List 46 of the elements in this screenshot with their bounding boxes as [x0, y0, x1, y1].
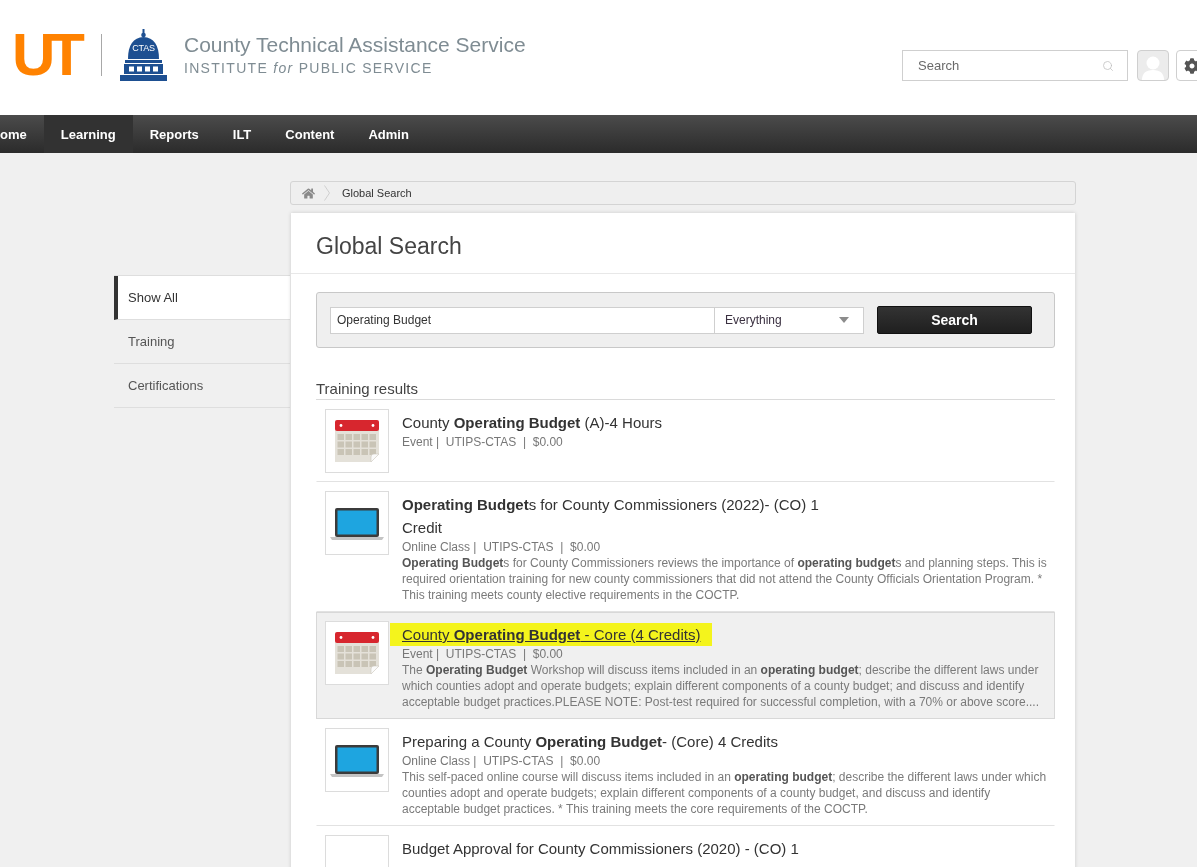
sidebar-item[interactable]: Training: [114, 320, 290, 364]
search-field[interactable]: Search: [902, 50, 1128, 81]
calendar-icon: [325, 409, 389, 473]
search-button[interactable]: Search: [877, 306, 1032, 334]
nav-item[interactable]: Content: [268, 115, 352, 153]
result-row[interactable]: County Operating Budget (A)-4 Hours Event | UTIPS-CTAS | $0.00: [316, 400, 1055, 482]
caret-icon: [839, 317, 849, 323]
search-icon: [1102, 60, 1114, 72]
results-heading: Training results: [316, 380, 1055, 400]
logo-text: CTAS: [131, 43, 156, 54]
result-meta: Event | UTIPS-CTAS | $0.00: [402, 434, 564, 450]
site-title: County Technical Assistance Service: [184, 32, 526, 58]
result-meta: Event | UTIPS-CTAS | $0.00: [402, 646, 564, 662]
gear-icon: [1184, 57, 1197, 74]
person-icon: [1142, 55, 1164, 80]
logo-wordmark: UT: [12, 32, 86, 78]
nav-item[interactable]: ome: [0, 115, 44, 153]
scope-select[interactable]: Everything: [714, 306, 864, 334]
result-description: The Operating Budget Workshop will discuss items included in an operating budget; describe the different laws under which counties adopt and operate budgets; explain different components of a county budget; and discuss and identify acceptable budget practices.PLEASE NOTE: Post-test required for successful completion, with a 70% or above score....: [402, 662, 1040, 710]
laptop-icon: [325, 728, 389, 792]
nav-item[interactable]: Learning: [43, 115, 133, 153]
result-description: This self-paced online course will discuss items included in an operating budget; describe the different laws under which counties adopt and operate budgets; explain different components of a county budget, and discuss and identify acceptable budget practices. * This training meets the core requirements of the COCTP.: [402, 769, 1048, 817]
sidebar-item[interactable]: Certifications: [114, 364, 290, 408]
result-row[interactable]: [316, 612, 1055, 719]
calendar-icon: [325, 621, 389, 685]
result-title[interactable]: County Operating Budget - Core (4 Credits): [390, 623, 713, 646]
capitol-icon: [120, 29, 167, 81]
result-meta: Online Class | UTIPS-CTAS | $0.00: [402, 753, 602, 769]
site-subtitle: INSTITUTE for PUBLIC SERVICE: [184, 59, 434, 78]
laptop-icon: [325, 491, 389, 555]
result-title[interactable]: County Operating Budget (A)-4 Hours: [402, 411, 663, 434]
result-description: Operating Budgets for County Commissioners reviews the importance of operating budgets and planning steps. This is required orientation training for new county commissioners that did not attend the County Officials Orientation Program. * This training meets county elective requirements in the COCTP.: [402, 555, 1048, 603]
nav-item[interactable]: Admin: [351, 115, 426, 153]
result-row[interactable]: Budget Approval for County Commissioners (2020) - (CO) 1: [316, 826, 1055, 867]
nav-item[interactable]: Reports: [132, 115, 216, 153]
chevron-icon: [324, 185, 330, 201]
page-title: Global Search: [291, 213, 1075, 274]
breadcrumb-text: Global Search: [342, 187, 412, 199]
home-icon[interactable]: [302, 186, 315, 200]
sidebar-item[interactable]: Show All: [114, 276, 290, 320]
nav-item[interactable]: ILT: [215, 115, 269, 153]
result-meta: Online Class | UTIPS-CTAS | $0.00: [402, 539, 602, 555]
result-title[interactable]: Budget Approval for County Commissioners (2020) - (CO) 1: [402, 837, 799, 860]
search-input[interactable]: Operating Budget: [330, 306, 714, 334]
result-title[interactable]: Operating Budgets for County Commissioners (2022)- (CO) 1 Credit: [402, 493, 862, 539]
result-title[interactable]: Preparing a County Operating Budget- (Core) 4 Credits: [402, 730, 778, 753]
